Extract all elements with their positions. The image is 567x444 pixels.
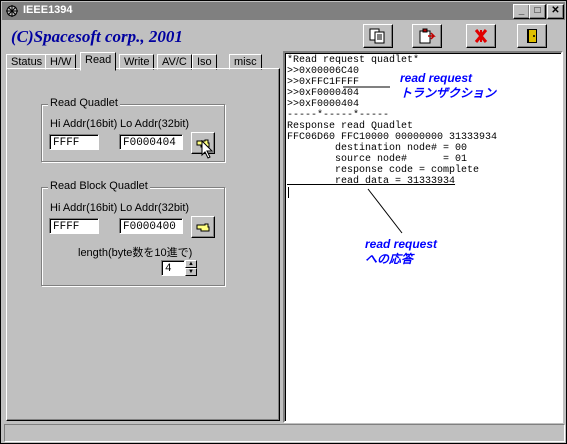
length-spinner[interactable]: ▲ ▼ (185, 260, 197, 276)
length-label: length(byte数を10進で) (78, 247, 193, 259)
spin-up-icon[interactable]: ▲ (185, 260, 197, 268)
pointing-hand-icon (196, 223, 210, 232)
output-log[interactable]: *Read request quadlet* >>0x00006C40 >>0x… (283, 51, 563, 423)
read-block-title: Read Block Quadlet (48, 180, 150, 192)
read-block-hi-input[interactable]: FFFF (49, 218, 99, 234)
read-quadlet-lo-input[interactable]: F0000404 (119, 134, 183, 150)
annotation-response-2: への応答 (365, 252, 414, 266)
copy-icon (369, 28, 385, 44)
exit-button[interactable] (517, 24, 547, 48)
clear-button[interactable] (466, 24, 496, 48)
close-button[interactable]: ✕ (547, 4, 564, 19)
minimize-button[interactable]: _ (513, 4, 530, 19)
clear-icon (474, 29, 488, 43)
window-title: IEEE1394 (23, 4, 73, 16)
copy-button[interactable] (363, 24, 393, 48)
read-block-lo-label: Lo Addr(32bit) (120, 202, 190, 214)
app-icon (6, 5, 18, 17)
read-quadlet-lo-label: Lo Addr(32bit) (120, 118, 190, 130)
annotation-lines (343, 86, 403, 234)
read-block-lo-input[interactable]: F0000400 (119, 218, 183, 234)
main-window: IEEE1394 _ □ ✕ (C)Spacesoft corp., 2001 (0, 0, 567, 444)
paste-icon (419, 28, 436, 44)
read-block-hi-label: Hi Addr(16bit) (50, 202, 118, 214)
spin-down-icon[interactable]: ▼ (185, 268, 197, 276)
title-bar[interactable]: IEEE1394 _ □ ✕ (2, 2, 565, 20)
exit-icon (527, 29, 537, 43)
maximize-button[interactable]: □ (529, 4, 546, 19)
annotation-request-1: read request (400, 71, 473, 85)
paste-button[interactable] (412, 24, 442, 48)
read-quadlet-hi-label: Hi Addr(16bit) (50, 118, 118, 130)
annotation-request-2: トランザクション (400, 86, 497, 100)
status-bar (4, 424, 565, 442)
length-input[interactable]: 4 (161, 260, 185, 276)
tab-read[interactable]: Read (80, 52, 117, 71)
company-header: (C)Spacesoft corp., 2001 (11, 27, 183, 46)
read-quadlet-hi-input[interactable]: FFFF (49, 134, 99, 150)
mouse-cursor-icon (201, 140, 214, 159)
read-quadlet-title: Read Quadlet (48, 97, 120, 109)
annotation-response-1: read request (365, 237, 438, 251)
read-block-execute-button[interactable] (191, 216, 215, 238)
